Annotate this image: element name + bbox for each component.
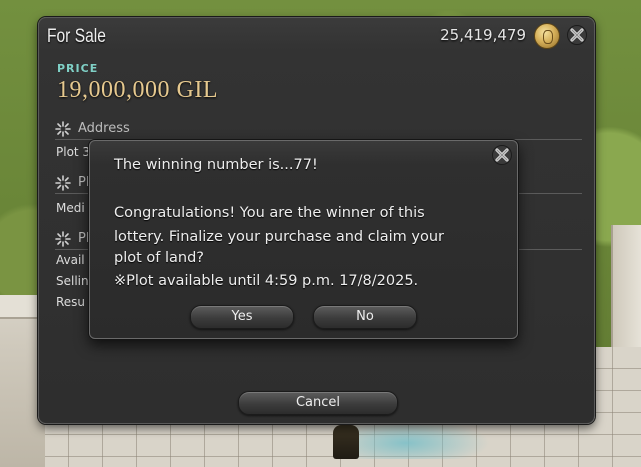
section-address: Address	[55, 119, 582, 140]
lottery-result-dialog: The winning number is...77! Congratulati…	[89, 140, 518, 339]
sparkle-icon	[55, 231, 71, 247]
plot-size-row: Medi	[56, 201, 85, 215]
availability-row: Avail	[56, 253, 85, 267]
result-row: Resu	[56, 295, 86, 309]
price-label: PRICE	[57, 62, 99, 75]
window-close-icon[interactable]	[566, 24, 588, 46]
gil-amount: 25,419,479	[440, 26, 526, 44]
section-title: Address	[78, 121, 130, 136]
stone-pillar	[611, 225, 641, 365]
dialog-close-icon[interactable]	[491, 144, 513, 166]
address-row: Plot 3	[56, 145, 91, 159]
dialog-message-line: Congratulations! You are the winner of t…	[114, 205, 425, 221]
availability-notice: ※Plot available until 4:59 p.m. 17/8/202…	[114, 273, 419, 289]
dialog-message-line: plot of land?	[114, 250, 204, 266]
yes-button[interactable]: Yes	[190, 305, 294, 329]
window-title: For Sale	[47, 26, 106, 47]
winning-number-text: The winning number is...77!	[114, 157, 318, 173]
section-title: Pl	[78, 175, 90, 190]
sparkle-icon	[55, 121, 71, 137]
selling-row: Sellin	[56, 274, 89, 288]
no-button[interactable]: No	[313, 305, 417, 329]
character-figure	[333, 425, 359, 459]
gil-coin-icon	[534, 23, 560, 49]
price-value: 19,000,000 GIL	[57, 77, 218, 103]
dialog-message-line: lottery. Finalize your purchase and clai…	[114, 229, 444, 245]
section-title: Pl	[78, 231, 90, 246]
sparkle-icon	[55, 175, 71, 191]
cancel-button[interactable]: Cancel	[238, 391, 398, 415]
water-effect	[350, 419, 490, 459]
